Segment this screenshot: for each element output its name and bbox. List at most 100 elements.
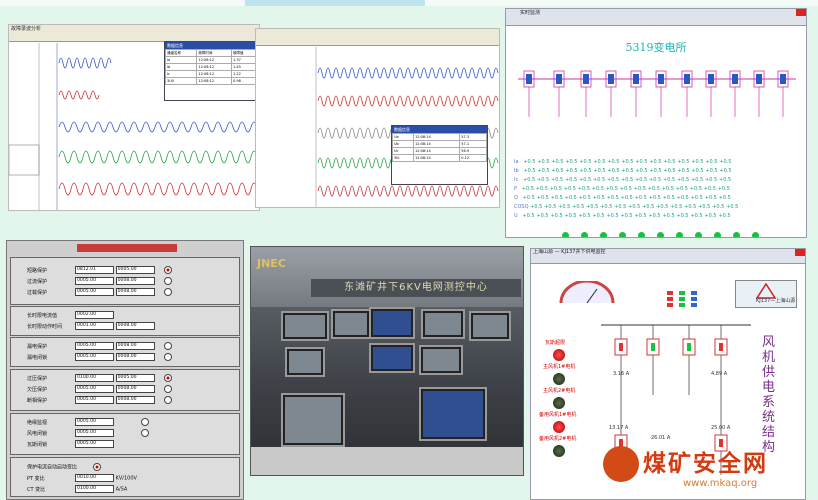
wall-monitor	[419, 345, 463, 375]
status-light	[657, 232, 664, 237]
value-field[interactable]: 0005.00	[75, 342, 114, 350]
control-desk	[251, 447, 523, 475]
waveform-data-dialog-2[interactable]: 数据信息 Ua 12:08:14 57.3 Ub 12:08:14 57.1 Uc 12:…	[391, 125, 488, 185]
measure-row: Ia +0.5 +0.5 +0.5 +0.5 +0.5 +0.5 +0.5 +0.5 +0.5 +…	[514, 159, 732, 165]
wall-monitor	[369, 307, 415, 339]
dialog-table: Ua 12:08:14 57.3 Ub 12:08:14 57.1 Uc 12:08:14…	[392, 133, 487, 162]
lamp-label: 备用风机1#电机	[539, 412, 577, 418]
dialog-title: 数据信息	[165, 42, 257, 49]
setting-row: 过压保护 0100.00 0005.00	[27, 374, 173, 382]
setting-field[interactable]: 0008.00	[115, 277, 155, 285]
measure-row: Q +0.5 +0.5 +0.5 +0.5 +0.5 +0.5 +0.5 +0.5 +0.5 +0…	[514, 195, 731, 201]
value-field[interactable]: 0005.00	[75, 353, 114, 361]
setting-row: CT 变比 0100.00 A/5A	[27, 485, 128, 493]
wall-monitor	[285, 347, 325, 377]
substation-panel: 实时监测 5319变电所 Ia +0.5 +0.5 +0.5 +0.5 +0.5…	[505, 8, 807, 238]
protection-settings-panel: 短路保护 0812.01 0005.00 过流保护 0005.00 0008.00 …	[6, 240, 244, 500]
value-field[interactable]: 0005.00	[75, 429, 114, 437]
current-reading: 25.00 A	[711, 425, 731, 431]
setting-row: PT 变比 0010.00 KV/100V	[27, 474, 137, 482]
enable-radio[interactable]	[164, 342, 173, 350]
enable-radio[interactable]	[164, 396, 173, 404]
setting-row: 漏电闭锁 0005.00 0008.00	[27, 353, 173, 361]
value-field[interactable]: 0010.00	[75, 474, 114, 482]
setting-row: 风电闭锁 0005.00	[27, 429, 150, 437]
watermark: 煤矿安全网 www.mkaq.org	[603, 440, 813, 498]
wall-monitor	[421, 309, 465, 339]
setting-row: 长时限电流值 0002.00	[27, 311, 114, 319]
setting-field[interactable]: 0005.00	[115, 266, 155, 274]
alarm-lamp	[553, 349, 565, 361]
value-field[interactable]: 0100.00	[75, 374, 114, 382]
status-lamp	[553, 373, 565, 385]
measure-row: P +0.5 +0.5 +0.5 +0.5 +0.5 +0.5 +0.5 +0.5 +0.5 +0…	[514, 186, 730, 192]
value-field[interactable]: 0005.00	[75, 418, 114, 426]
setting-field[interactable]: 0008.00	[115, 396, 155, 404]
vertical-system-title: 风机供电系统结构	[762, 335, 776, 455]
mine-power-toolbar: 上海山源 — KJ137井下供电监控	[531, 249, 805, 264]
control-room-banner: 东滩矿井下6KV电网测控中心	[311, 279, 521, 297]
substation-toolbar: 实时监测	[506, 9, 806, 26]
close-icon[interactable]	[796, 9, 806, 16]
status-lamp	[553, 397, 565, 409]
enable-radio[interactable]	[164, 353, 173, 361]
setting-row: 短路保护 0812.01 0005.00	[27, 266, 173, 274]
enable-radio[interactable]	[164, 385, 173, 393]
current-reading: 3.16 A	[613, 371, 630, 377]
status-light	[714, 232, 721, 237]
value-field[interactable]: 0002.00	[75, 311, 114, 319]
setting-row: 欠压保护 0005.00 0008.00	[27, 385, 173, 393]
value-field[interactable]: 0001.00	[75, 322, 114, 330]
lamp-label: 主风机2#电机	[543, 388, 576, 394]
setting-field[interactable]: 0005.00	[115, 374, 155, 382]
setting-field[interactable]: 0008.00	[115, 353, 155, 361]
status-light	[600, 232, 607, 237]
setting-field[interactable]: 0008.00	[115, 288, 155, 296]
value-field[interactable]: 0005.00	[75, 288, 114, 296]
measure-row: Ib +0.5 +0.5 +0.5 +0.5 +0.5 +0.5 +0.5 +0.5 +0.5 +…	[514, 168, 732, 174]
watermark-url: www.mkaq.org	[683, 478, 758, 489]
close-icon[interactable]	[795, 249, 805, 256]
enable-radio[interactable]	[164, 277, 173, 285]
status-light	[752, 232, 759, 237]
protection-title-bar	[77, 244, 177, 252]
substation-title: 5319变电所	[625, 41, 687, 54]
value-field[interactable]: 0005.00	[75, 385, 114, 393]
value-field[interactable]: 0005.00	[75, 277, 114, 285]
wall-monitor	[469, 311, 511, 341]
setting-field[interactable]: 0008.00	[115, 342, 155, 350]
enable-radio[interactable]	[141, 429, 150, 437]
value-field[interactable]: 0812.01	[75, 266, 114, 274]
wall-monitor	[331, 309, 371, 339]
lamp-label: 备用风机2#电机	[539, 436, 577, 442]
enable-radio[interactable]	[92, 463, 101, 471]
kj137-logo: KJ137—上海山源	[735, 280, 797, 308]
value-field[interactable]: 0100.00	[75, 485, 114, 493]
setting-field[interactable]: 0008.00	[115, 385, 155, 393]
lamp-label: 主风机1#电机	[543, 364, 576, 370]
status-light	[676, 232, 683, 237]
waveform-data-dialog-1[interactable]: 数据信息 通道名称 故障时间 故障值 Ia 12:08:12 1.37 Ib 12:08:…	[164, 41, 258, 101]
enable-radio[interactable]	[164, 374, 173, 382]
current-reading: 13.17 A	[609, 425, 629, 431]
setting-field[interactable]: 0008.00	[115, 322, 155, 330]
status-light	[581, 232, 588, 237]
status-light	[695, 232, 702, 237]
status-lamp	[553, 445, 565, 457]
measure-row: Ic +0.5 +0.5 +0.5 +0.5 +0.5 +0.5 +0.5 +0.5 +0.5 +…	[514, 177, 732, 183]
setting-row: 过载保护 0005.00 0008.00	[27, 288, 173, 296]
enable-radio[interactable]	[164, 266, 173, 274]
control-room-logo: JNEC	[257, 257, 286, 270]
mine-power-window-title: 上海山源 — KJ137井下供电监控	[533, 249, 606, 255]
enable-radio[interactable]	[141, 418, 150, 426]
setting-row: 瓦斯闭锁 0005.00	[27, 440, 114, 448]
setting-row: 漏电保护 0005.00 0008.00	[27, 342, 173, 350]
enable-radio[interactable]	[164, 288, 173, 296]
status-light	[619, 232, 626, 237]
substation-window-title: 实时监测	[520, 10, 541, 16]
value-field[interactable]: 0005.00	[75, 396, 114, 404]
value-field[interactable]: 0005.00	[75, 440, 114, 448]
setting-row: 长时限动作时间 0001.00 0008.00	[27, 322, 155, 330]
mining-seal-icon	[603, 446, 639, 482]
status-light	[733, 232, 740, 237]
